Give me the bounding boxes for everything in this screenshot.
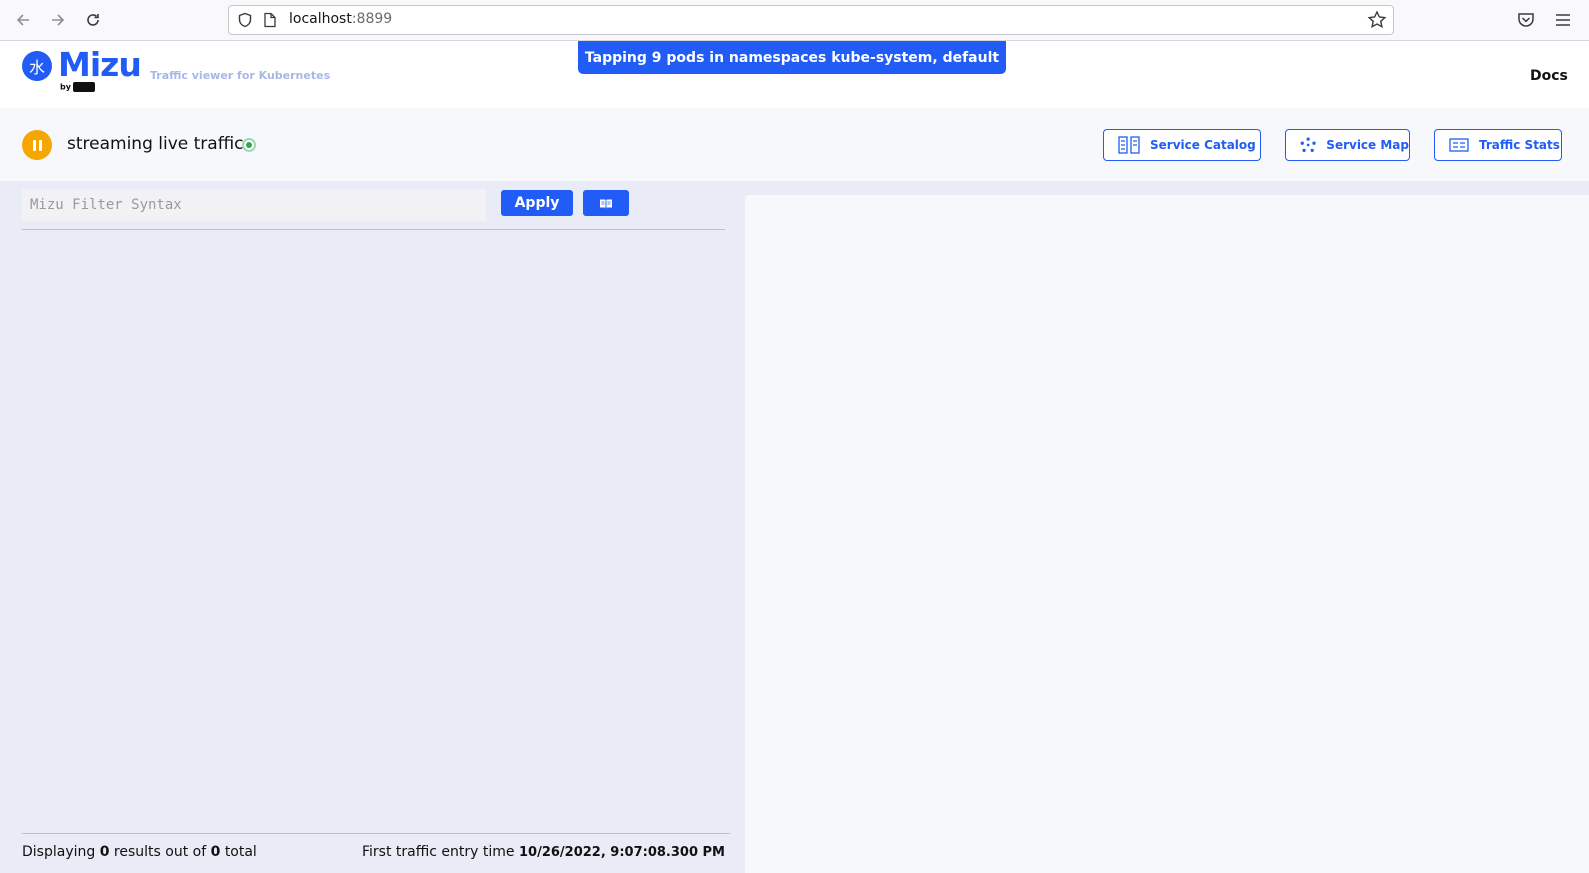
results-count: 0 bbox=[99, 844, 110, 860]
service-map-icon bbox=[1300, 137, 1316, 153]
shield-icon[interactable] bbox=[237, 12, 253, 28]
browser-toolbar: localhost:8899 bbox=[0, 0, 1589, 41]
forward-button[interactable] bbox=[47, 9, 69, 31]
traffic-stats-icon bbox=[1449, 138, 1469, 152]
app-header: 水 Mizu by Traffic viewer for Kubernetes … bbox=[0, 41, 1589, 108]
book-icon bbox=[600, 199, 612, 208]
arrow-left-icon bbox=[16, 14, 29, 26]
catalog-icon bbox=[1118, 136, 1140, 154]
live-indicator-dot bbox=[246, 142, 252, 148]
hamburger-menu-icon[interactable] bbox=[1554, 12, 1572, 28]
live-indicator-icon bbox=[242, 138, 256, 152]
tapping-status-banner: Tapping 9 pods in namespaces kube-system… bbox=[578, 41, 1006, 74]
pocket-icon[interactable] bbox=[1516, 10, 1536, 30]
back-button[interactable] bbox=[12, 9, 34, 31]
url-host: localhost bbox=[289, 11, 352, 27]
controls-bar: streaming live traffic Service Catalog S… bbox=[0, 108, 1589, 181]
service-map-button[interactable]: Service Map bbox=[1285, 129, 1410, 161]
filter-input[interactable] bbox=[22, 189, 486, 221]
first-entry-value: 10/26/2022, 9:07:08.300 PM bbox=[518, 845, 725, 860]
main-area: Apply Displaying 0 results out of 0 tota… bbox=[0, 181, 1589, 873]
logo-text: Mizu bbox=[58, 45, 142, 84]
up9-logo-icon bbox=[72, 82, 95, 92]
first-entry-label: First traffic entry time bbox=[362, 844, 515, 860]
pause-icon bbox=[32, 139, 36, 151]
url-port: :8899 bbox=[351, 11, 393, 27]
pause-icon bbox=[38, 139, 42, 151]
entry-detail-panel bbox=[745, 195, 1589, 873]
logo-by-text: by bbox=[60, 82, 71, 92]
total-count: 0 bbox=[210, 844, 221, 860]
results-prefix: Displaying bbox=[22, 844, 96, 860]
service-catalog-label: Service Catalog bbox=[1150, 138, 1256, 152]
docs-link[interactable]: Docs bbox=[1530, 68, 1568, 84]
reload-icon bbox=[87, 14, 99, 26]
service-map-label: Service Map bbox=[1326, 138, 1409, 152]
arrow-right-icon bbox=[52, 14, 65, 26]
logo-glyph: 水 bbox=[22, 51, 52, 81]
traffic-stats-button[interactable]: Traffic Stats bbox=[1434, 129, 1562, 161]
apply-button[interactable]: Apply bbox=[501, 190, 573, 216]
bookmark-star-icon[interactable] bbox=[1367, 10, 1387, 30]
traffic-list-panel: Apply Displaying 0 results out of 0 tota… bbox=[0, 181, 745, 873]
traffic-stats-label: Traffic Stats bbox=[1479, 138, 1560, 152]
url-bar[interactable]: localhost:8899 bbox=[228, 5, 1394, 35]
pause-button[interactable] bbox=[22, 130, 52, 160]
url-text[interactable]: localhost:8899 bbox=[289, 11, 392, 27]
results-suffix: total bbox=[224, 844, 257, 860]
logo-by: by bbox=[60, 82, 95, 92]
results-summary: Displaying 0 results out of 0 total bbox=[22, 844, 257, 860]
service-catalog-button[interactable]: Service Catalog bbox=[1103, 129, 1261, 161]
page-icon[interactable] bbox=[263, 12, 277, 28]
list-bottom-divider bbox=[22, 833, 730, 834]
app-subtitle: Traffic viewer for Kubernetes bbox=[150, 69, 331, 82]
results-mid: results out of bbox=[113, 844, 207, 860]
filter-docs-button[interactable] bbox=[583, 190, 629, 216]
reload-button[interactable] bbox=[82, 9, 104, 31]
streaming-status-text: streaming live traffic bbox=[67, 134, 244, 154]
first-entry-time: First traffic entry time 10/26/2022, 9:0… bbox=[362, 844, 725, 860]
traffic-entries-list[interactable] bbox=[22, 230, 725, 833]
